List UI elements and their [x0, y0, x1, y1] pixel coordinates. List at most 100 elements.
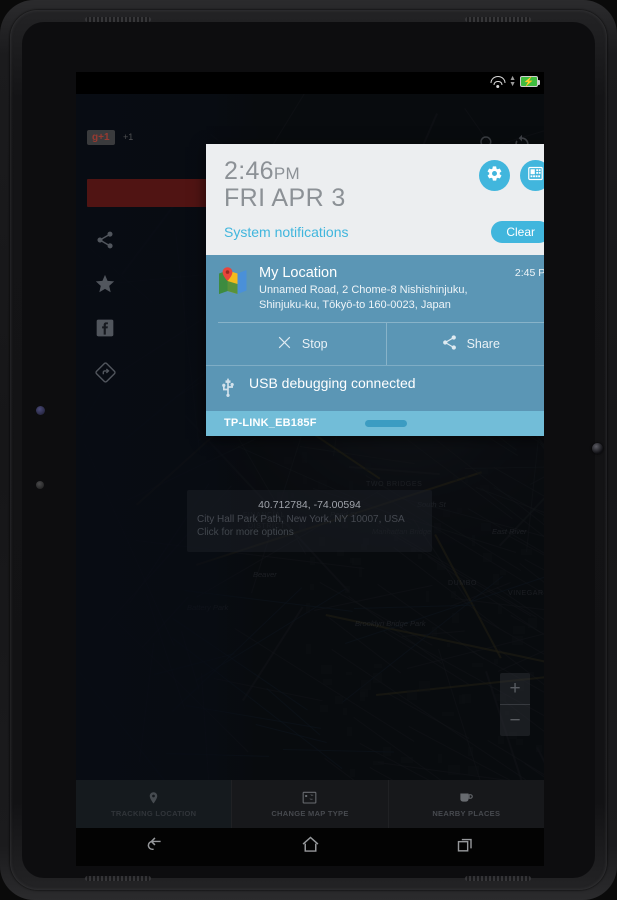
sidebar-item-facebook[interactable]	[92, 315, 118, 341]
map-block	[462, 693, 471, 703]
home-button[interactable]	[288, 832, 332, 862]
home-icon	[300, 834, 321, 860]
map-block	[481, 523, 491, 531]
notification-action-label: Share	[466, 336, 500, 351]
action-label: CHANGE MAP TYPE	[271, 809, 349, 818]
quick-settings-button[interactable]	[520, 160, 544, 191]
map-block	[448, 765, 460, 775]
wifi-icon	[490, 75, 506, 88]
map-block	[320, 665, 332, 675]
zoom-out-button[interactable]: −	[500, 705, 530, 736]
map-block	[383, 437, 390, 447]
notification-title: My Location	[259, 265, 338, 282]
map-block	[359, 566, 363, 578]
map-label: VINEGAR	[508, 590, 544, 597]
map-block	[499, 570, 507, 575]
google-plus-one-button[interactable]: g+1	[87, 130, 115, 145]
map-label: East River	[492, 527, 527, 536]
battery-charging-icon: ⚡	[520, 76, 541, 87]
system-notifications-row: System notifications Clear	[224, 221, 544, 244]
map-transit-line	[282, 748, 394, 753]
coffee-cup-icon	[457, 790, 475, 806]
map-block	[374, 663, 383, 668]
map-block	[425, 445, 434, 451]
gear-icon	[486, 165, 503, 187]
status-bar-icons: ▲ ▼ ⚡	[490, 75, 541, 88]
recent-apps-button[interactable]	[444, 832, 488, 862]
map-block	[343, 707, 348, 715]
notification-shade-footer[interactable]: TP-LINK_EB185F	[206, 410, 544, 436]
zoom-controls[interactable]: + −	[500, 673, 530, 736]
map-block	[516, 738, 524, 745]
zoom-in-button[interactable]: +	[500, 673, 530, 704]
notification-action-stop[interactable]: Stop	[218, 323, 386, 365]
map-block	[306, 602, 310, 614]
notification-my-location[interactable]: My Location Unnamed Road, 2 Chome-8 Nish…	[206, 255, 544, 365]
indicator-led	[36, 406, 45, 415]
map-block	[419, 450, 425, 459]
map-block	[451, 612, 460, 623]
status-bar: ▲ ▼ ⚡	[76, 72, 544, 94]
map-block	[365, 463, 371, 472]
notification-actions: Stop Share	[218, 321, 545, 365]
data-transfer-icon: ▲ ▼	[509, 75, 516, 88]
map-block	[513, 626, 525, 634]
map-block	[483, 552, 493, 562]
sidebar-item-share[interactable]	[92, 227, 118, 253]
speaker-grille-top-right	[465, 17, 531, 22]
settings-button[interactable]	[479, 160, 510, 191]
map-block	[464, 473, 469, 483]
notification-usb-debugging[interactable]: USB debugging connected	[206, 364, 544, 411]
map-block	[382, 746, 391, 756]
map-label: TWO BRIDGES	[366, 481, 423, 488]
map-block	[334, 695, 344, 704]
sidebar-item-directions[interactable]	[92, 359, 118, 385]
map-block	[407, 689, 417, 700]
front-camera	[592, 443, 603, 454]
notification-timestamp: 2:45 PM	[514, 267, 544, 280]
map-block	[511, 635, 524, 645]
action-nearby-places[interactable]: NEARBY PLACES	[389, 780, 544, 828]
map-block	[468, 747, 473, 756]
map-label: Brooklyn Bridge Park	[355, 619, 426, 628]
back-button[interactable]	[132, 832, 176, 862]
drag-handle-icon[interactable]	[365, 419, 407, 427]
map-block	[317, 480, 327, 490]
action-tracking-location[interactable]: TRACKING LOCATION	[76, 780, 233, 828]
app-banner-bar	[87, 179, 207, 207]
map-block	[451, 590, 456, 598]
map-block	[309, 557, 315, 565]
action-change-map-type[interactable]: CHANGE MAP TYPE	[232, 780, 389, 828]
location-info-card[interactable]: 40.712784, -74.00594 City Hall Park Path…	[187, 490, 432, 552]
map-block	[377, 454, 382, 466]
notification-title: USB debugging connected	[249, 374, 416, 391]
map-block	[418, 681, 430, 692]
map-block	[400, 756, 413, 763]
map-block	[493, 574, 500, 585]
map-label: DUMBO	[448, 580, 478, 587]
device-screen: EAST VILLAGEMANHATTAN BRIDGELOWERMANHATT…	[76, 72, 544, 828]
map-block	[437, 754, 442, 764]
map-block	[303, 475, 307, 484]
clear-button[interactable]: Clear	[491, 221, 544, 244]
system-notifications-label[interactable]: System notifications	[224, 224, 349, 240]
map-block	[442, 711, 454, 716]
map-block	[310, 584, 315, 590]
quick-settings-grid-icon	[527, 165, 544, 187]
notification-shade[interactable]: 2:46PM FRI APR 3 System notifications Cl…	[206, 144, 544, 436]
google-plus-one-count: +1	[123, 132, 134, 142]
sidebar-item-favorite[interactable]	[92, 271, 118, 297]
map-block	[284, 456, 292, 465]
map-block	[471, 535, 475, 547]
action-label: NEARBY PLACES	[432, 809, 501, 818]
recent-apps-icon	[456, 835, 476, 860]
notification-action-share[interactable]: Share	[385, 322, 545, 365]
map-block	[542, 518, 544, 522]
tablet-device-frame: EAST VILLAGEMANHATTAN BRIDGELOWERMANHATT…	[0, 0, 617, 900]
map-block	[360, 679, 372, 690]
map-block	[446, 643, 450, 648]
clock-time-value: 2:46	[224, 157, 274, 185]
map-block	[541, 443, 544, 447]
map-block	[418, 553, 423, 559]
notification-text: My Location Unnamed Road, 2 Chome-8 Nish…	[259, 265, 504, 313]
